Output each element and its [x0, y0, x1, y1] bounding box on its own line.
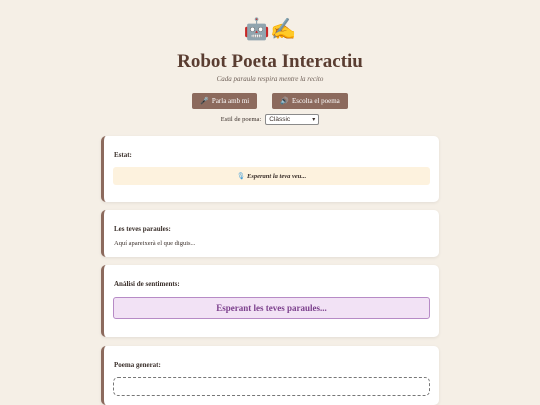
poem-card: Poema generat:	[101, 346, 439, 405]
poem-heading: Poema generat:	[114, 361, 161, 369]
microphone-icon: 🎤	[200, 97, 209, 105]
speaker-icon: 🔊	[280, 97, 289, 105]
sentiment-heading: Anàlisi de sentiments:	[114, 280, 180, 288]
listen-poem-button[interactable]: 🔊 Escolta el poema	[272, 93, 348, 109]
poem-style-select[interactable]: Clàssic ▾	[265, 114, 320, 125]
speak-button[interactable]: 🎤 Parla amb mi	[192, 93, 258, 109]
listen-poem-button-label: Escolta el poema	[291, 97, 340, 105]
words-card: Les teves paraules: Aquí apareixerà el q…	[101, 210, 439, 257]
speak-button-label: Parla amb mi	[211, 97, 250, 105]
status-box: 🎙 Esperant la teva veu...	[113, 167, 430, 185]
robot-writing-icon: 🤖✍️	[243, 17, 297, 41]
chevron-down-icon: ▾	[312, 117, 316, 123]
microphone-icon: 🎙	[236, 172, 246, 180]
poem-output	[113, 377, 430, 396]
sentiment-result: Esperant les teves paraules...	[113, 297, 430, 319]
controls-bar: 🎤 Parla amb mi 🔊 Escolta el poema	[0, 93, 540, 109]
poem-style-selected: Clàssic	[269, 116, 291, 123]
words-transcript: Aquí apareixerà el que diguis...	[114, 240, 196, 247]
page-title: Robot Poeta Interactiu	[177, 51, 363, 72]
status-card: Estat: 🎙 Esperant la teva veu...	[101, 136, 439, 202]
status-text: Esperant la teva veu...	[247, 172, 307, 180]
words-heading: Les teves paraules:	[114, 225, 171, 233]
poem-style-label: Estil de poema:	[220, 116, 262, 123]
page-subtitle: Cada paraula respira mentre la recito	[216, 75, 324, 83]
sentiment-card: Anàlisi de sentiments: Esperant les teve…	[101, 265, 439, 337]
status-heading: Estat:	[114, 151, 132, 159]
poem-style-row: Estil de poema: Clàssic ▾	[0, 114, 540, 125]
